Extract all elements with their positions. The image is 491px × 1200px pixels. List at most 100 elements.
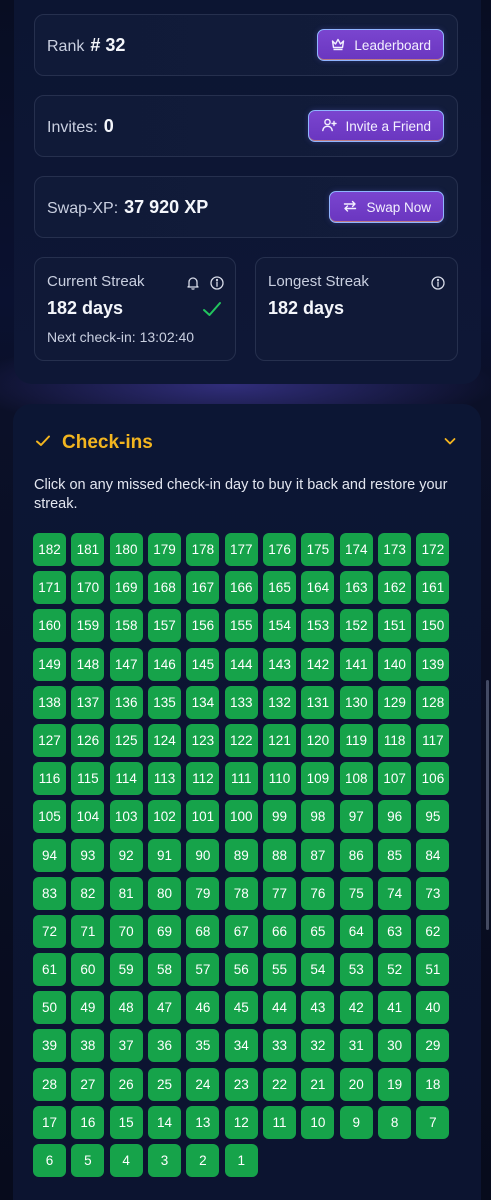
info-icon[interactable] xyxy=(209,275,225,291)
checkin-day[interactable]: 139 xyxy=(416,647,450,681)
checkin-day[interactable]: 170 xyxy=(71,571,105,605)
checkin-day[interactable]: 122 xyxy=(224,723,258,757)
checkin-day[interactable]: 8 xyxy=(378,1105,412,1139)
checkin-day[interactable]: 14 xyxy=(148,1105,182,1139)
checkin-day[interactable]: 82 xyxy=(71,876,105,910)
checkin-day[interactable]: 77 xyxy=(263,876,297,910)
checkin-day[interactable]: 173 xyxy=(378,533,412,566)
checkin-day[interactable]: 61 xyxy=(33,953,66,987)
checkin-day[interactable]: 126 xyxy=(71,723,105,757)
checkin-day[interactable]: 151 xyxy=(378,609,412,643)
checkin-day[interactable]: 152 xyxy=(339,609,373,643)
checkin-day[interactable]: 27 xyxy=(71,1067,105,1101)
checkin-day[interactable]: 48 xyxy=(109,991,143,1025)
checkin-day[interactable]: 124 xyxy=(148,723,182,757)
checkin-day[interactable]: 72 xyxy=(33,914,66,948)
checkin-day[interactable]: 69 xyxy=(148,914,182,948)
checkin-day[interactable]: 39 xyxy=(33,1029,66,1063)
checkin-day[interactable]: 161 xyxy=(416,571,450,605)
checkin-day[interactable]: 143 xyxy=(263,647,297,681)
checkin-day[interactable]: 54 xyxy=(301,953,335,987)
checkin-day[interactable]: 182 xyxy=(33,533,66,566)
checkin-day[interactable]: 64 xyxy=(339,914,373,948)
checkin-day[interactable]: 3 xyxy=(148,1144,182,1177)
checkin-day[interactable]: 113 xyxy=(148,762,182,796)
checkins-header[interactable]: Check-ins xyxy=(34,428,458,458)
checkin-day[interactable]: 142 xyxy=(301,647,335,681)
checkin-day[interactable]: 159 xyxy=(71,609,105,643)
checkin-day[interactable]: 160 xyxy=(33,609,66,643)
checkin-day[interactable]: 50 xyxy=(33,991,66,1025)
checkin-day[interactable]: 16 xyxy=(71,1105,105,1139)
checkin-day[interactable]: 121 xyxy=(263,723,297,757)
checkin-day[interactable]: 125 xyxy=(109,723,143,757)
checkin-day[interactable]: 156 xyxy=(186,609,220,643)
checkin-day[interactable]: 123 xyxy=(186,723,220,757)
checkin-day[interactable]: 20 xyxy=(339,1067,373,1101)
checkin-day[interactable]: 96 xyxy=(378,800,412,834)
checkin-day[interactable]: 15 xyxy=(109,1105,143,1139)
checkin-day[interactable]: 87 xyxy=(301,838,335,872)
checkin-day[interactable]: 83 xyxy=(33,876,66,910)
checkin-day[interactable]: 138 xyxy=(33,685,66,719)
checkin-day[interactable]: 91 xyxy=(148,838,182,872)
checkin-day[interactable]: 171 xyxy=(33,571,66,605)
checkin-day[interactable]: 180 xyxy=(109,533,143,566)
checkin-day[interactable]: 47 xyxy=(148,991,182,1025)
checkin-day[interactable]: 136 xyxy=(109,685,143,719)
checkin-day[interactable]: 29 xyxy=(416,1029,450,1063)
checkin-day[interactable]: 115 xyxy=(71,762,105,796)
checkin-day[interactable]: 117 xyxy=(416,723,450,757)
checkin-day[interactable]: 89 xyxy=(224,838,258,872)
checkin-day[interactable]: 62 xyxy=(416,914,450,948)
checkin-day[interactable]: 86 xyxy=(339,838,373,872)
checkin-day[interactable]: 154 xyxy=(263,609,297,643)
checkin-day[interactable]: 43 xyxy=(301,991,335,1025)
checkin-day[interactable]: 149 xyxy=(33,647,66,681)
checkin-day[interactable]: 49 xyxy=(71,991,105,1025)
checkin-day[interactable]: 59 xyxy=(109,953,143,987)
checkin-day[interactable]: 101 xyxy=(186,800,220,834)
checkin-day[interactable]: 9 xyxy=(339,1105,373,1139)
checkin-day[interactable]: 34 xyxy=(224,1029,258,1063)
checkin-day[interactable]: 44 xyxy=(263,991,297,1025)
checkin-day[interactable]: 56 xyxy=(224,953,258,987)
checkin-day[interactable]: 157 xyxy=(148,609,182,643)
checkin-day[interactable]: 17 xyxy=(33,1105,66,1139)
checkin-day[interactable]: 73 xyxy=(416,876,450,910)
checkin-day[interactable]: 168 xyxy=(148,571,182,605)
checkin-day[interactable]: 106 xyxy=(416,762,450,796)
checkin-day[interactable]: 18 xyxy=(416,1067,450,1101)
checkin-day[interactable]: 109 xyxy=(301,762,335,796)
checkin-day[interactable]: 145 xyxy=(186,647,220,681)
checkin-day[interactable]: 75 xyxy=(339,876,373,910)
checkin-day[interactable]: 102 xyxy=(148,800,182,834)
checkin-day[interactable]: 38 xyxy=(71,1029,105,1063)
checkin-day[interactable]: 108 xyxy=(339,762,373,796)
checkin-day[interactable]: 60 xyxy=(71,953,105,987)
checkin-day[interactable]: 179 xyxy=(148,533,182,566)
checkin-day[interactable]: 30 xyxy=(378,1029,412,1063)
checkin-day[interactable]: 84 xyxy=(416,838,450,872)
checkin-day[interactable]: 128 xyxy=(416,685,450,719)
checkin-day[interactable]: 6 xyxy=(33,1144,66,1177)
checkin-day[interactable]: 67 xyxy=(224,914,258,948)
checkin-day[interactable]: 52 xyxy=(378,953,412,987)
checkin-day[interactable]: 181 xyxy=(71,533,105,566)
checkin-day[interactable]: 132 xyxy=(263,685,297,719)
checkin-day[interactable]: 98 xyxy=(301,800,335,834)
checkin-day[interactable]: 1 xyxy=(224,1144,258,1177)
checkin-day[interactable]: 129 xyxy=(378,685,412,719)
checkin-day[interactable]: 41 xyxy=(378,991,412,1025)
leaderboard-button[interactable]: Leaderboard xyxy=(317,29,444,61)
checkin-day[interactable]: 112 xyxy=(186,762,220,796)
checkin-day[interactable]: 167 xyxy=(186,571,220,605)
checkin-day[interactable]: 118 xyxy=(378,723,412,757)
checkin-day[interactable]: 99 xyxy=(263,800,297,834)
checkin-day[interactable]: 111 xyxy=(224,762,258,796)
checkin-day[interactable]: 7 xyxy=(416,1105,450,1139)
invite-friend-button[interactable]: Invite a Friend xyxy=(308,110,444,142)
checkin-day[interactable]: 5 xyxy=(71,1144,105,1177)
checkin-day[interactable]: 2 xyxy=(186,1144,220,1177)
checkin-day[interactable]: 163 xyxy=(339,571,373,605)
